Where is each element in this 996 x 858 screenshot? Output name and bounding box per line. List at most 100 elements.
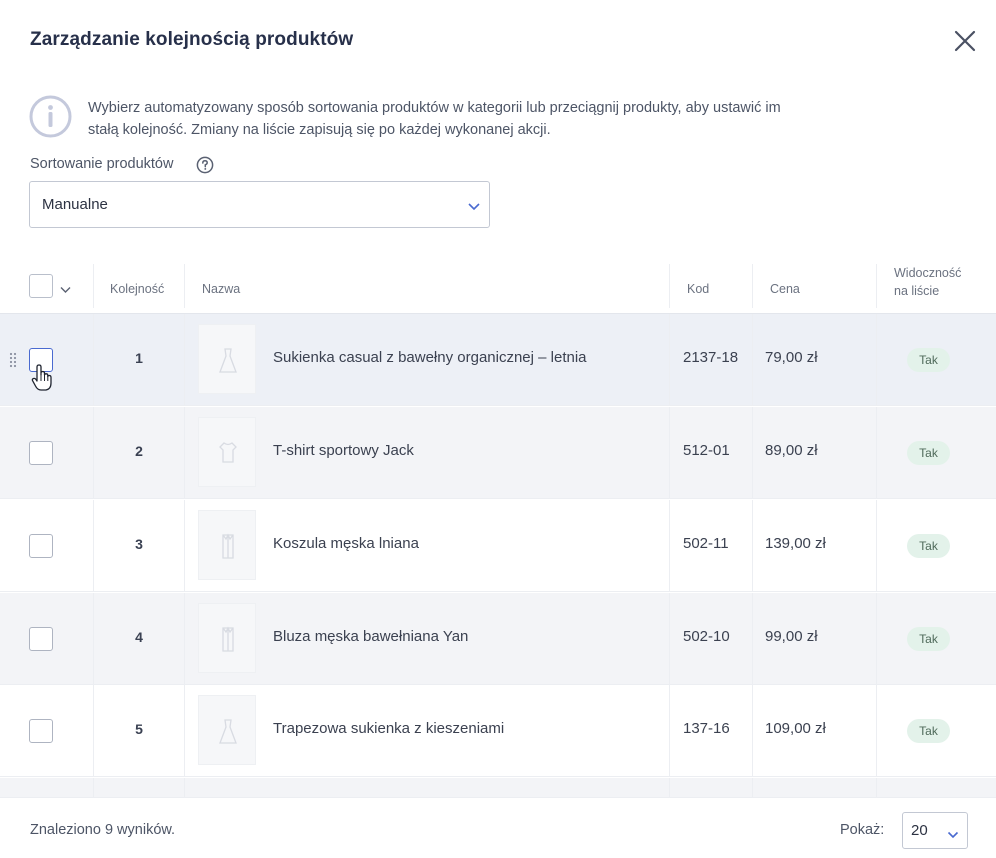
row-order: 5 [135, 721, 143, 737]
product-thumbnail [198, 695, 256, 765]
column-header-visibility[interactable]: Widoczność na liście [894, 264, 961, 300]
column-divider [876, 778, 877, 797]
column-header-order[interactable]: Kolejność [110, 282, 164, 296]
help-icon[interactable] [196, 156, 214, 174]
product-name: Sukienka casual z bawełny organicznej – … [273, 349, 587, 366]
shirt-icon [222, 626, 234, 652]
column-header-visibility-line1: Widoczność [894, 266, 962, 280]
column-divider [184, 778, 185, 797]
column-divider [184, 685, 185, 777]
product-order-dialog: Zarządzanie kolejnością produktów Wybier… [0, 0, 996, 858]
visibility-badge: Tak [907, 627, 950, 651]
column-divider [669, 500, 670, 592]
column-header-visibility-line2: na liście [894, 284, 940, 298]
column-divider [93, 264, 94, 308]
column-divider [752, 500, 753, 592]
dialog-title: Zarządzanie kolejnością produktów [30, 29, 354, 50]
dress-icon [219, 719, 237, 744]
visibility-badge: Tak [907, 719, 950, 743]
column-divider [752, 314, 753, 406]
visibility-badge: Tak [907, 348, 950, 372]
product-price: 99,00 zł [765, 628, 818, 645]
product-price: 89,00 zł [765, 442, 818, 459]
table-footer: Znaleziono 9 wyników. Pokaż: 20 [0, 797, 996, 858]
table-header: Kolejność Nazwa Kod Cena Widoczność na l… [0, 258, 996, 314]
column-divider [876, 314, 877, 406]
sorting-label: Sortowanie produktów [30, 156, 174, 172]
sorting-select-value: Manualne [42, 196, 108, 213]
column-divider [752, 593, 753, 685]
column-divider [669, 778, 670, 797]
close-icon[interactable] [950, 26, 980, 56]
column-divider [669, 593, 670, 685]
column-divider [669, 685, 670, 777]
row-order: 1 [135, 350, 143, 366]
column-divider [184, 264, 185, 308]
table-row[interactable]: 1 Sukienka casual z bawełny organicznej … [0, 314, 996, 406]
sorting-select[interactable]: Manualne [29, 181, 490, 228]
column-divider [752, 685, 753, 777]
column-divider [184, 500, 185, 592]
visibility-badge: Tak [907, 534, 950, 558]
table-row[interactable] [0, 778, 996, 797]
column-divider [669, 314, 670, 406]
column-divider [752, 778, 753, 797]
per-page-value: 20 [911, 822, 928, 839]
product-code: 2137-18 [683, 349, 739, 366]
table-row[interactable]: 5 Trapezowa sukienka z kieszeniami 137-1… [0, 685, 996, 777]
chevron-down-icon[interactable] [60, 281, 71, 293]
column-header-price[interactable]: Cena [770, 282, 800, 296]
column-divider [876, 264, 877, 308]
product-name: T-shirt sportowy Jack [273, 442, 414, 459]
row-checkbox[interactable] [29, 627, 53, 651]
row-checkbox[interactable] [29, 719, 53, 743]
column-divider [752, 407, 753, 499]
row-checkbox[interactable] [29, 441, 53, 465]
per-page-select[interactable]: 20 [902, 812, 968, 849]
column-divider [669, 407, 670, 499]
column-divider [184, 407, 185, 499]
product-name: Koszula męska lniana [273, 535, 419, 552]
column-divider [669, 264, 670, 308]
product-price: 79,00 zł [765, 349, 818, 366]
column-divider [752, 264, 753, 308]
row-order: 4 [135, 629, 143, 645]
tshirt-icon [219, 442, 237, 463]
hand-cursor-icon [31, 364, 53, 392]
chevron-down-icon [947, 827, 959, 839]
product-code: 502-10 [683, 628, 730, 645]
table-row[interactable]: 2 T-shirt sportowy Jack 512-01 89,00 zł … [0, 407, 996, 499]
column-divider [876, 500, 877, 592]
product-thumbnail [198, 324, 256, 394]
product-thumbnail [198, 417, 256, 487]
shirt-icon [222, 533, 234, 559]
product-thumbnail [198, 603, 256, 673]
drag-handle-icon[interactable] [9, 352, 17, 368]
select-all-checkbox[interactable] [29, 274, 53, 298]
per-page-label: Pokaż: [840, 822, 885, 838]
column-header-name[interactable]: Nazwa [202, 282, 240, 296]
column-divider [184, 593, 185, 685]
row-order: 2 [135, 443, 143, 459]
product-name: Bluza męska bawełniana Yan [273, 628, 469, 645]
column-header-code[interactable]: Kod [687, 282, 709, 296]
table-row[interactable]: 4 Bluza męska bawełniana Yan 502-10 99,0… [0, 593, 996, 685]
column-divider [876, 593, 877, 685]
product-price: 139,00 zł [765, 535, 826, 552]
product-price: 109,00 zł [765, 720, 826, 737]
row-checkbox[interactable] [29, 534, 53, 558]
table-row[interactable]: 3 Koszula męska lniana 502-11 139,00 zł … [0, 500, 996, 592]
column-divider [93, 778, 94, 797]
row-order: 3 [135, 536, 143, 552]
product-name: Trapezowa sukienka z kieszeniami [273, 720, 505, 737]
info-text: Wybierz automatyzowany sposób sortowania… [88, 100, 781, 138]
visibility-badge: Tak [907, 441, 950, 465]
info-icon [29, 95, 72, 138]
product-code: 137-16 [683, 720, 730, 737]
results-count: Znaleziono 9 wyników. [30, 822, 176, 838]
column-divider [876, 407, 877, 499]
column-divider [184, 314, 185, 406]
product-code: 502-11 [683, 535, 729, 552]
product-thumbnail [198, 510, 256, 580]
column-divider [876, 685, 877, 777]
